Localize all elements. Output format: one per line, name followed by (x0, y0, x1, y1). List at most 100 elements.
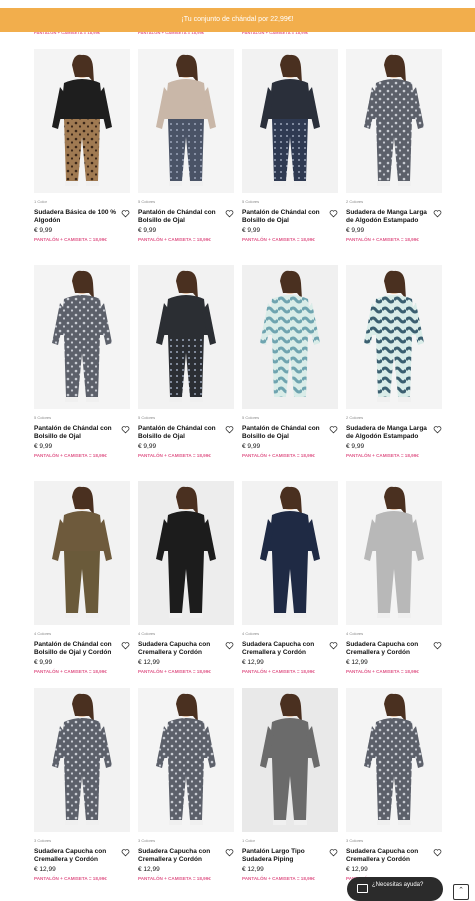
product-promo: PANTALÓN + CAMISETA = 18,99€ (34, 669, 107, 674)
product-image[interactable] (34, 265, 130, 409)
product-title[interactable]: Sudadera Básica de 100 % Algodón (34, 209, 118, 225)
product-promo: PANTALÓN + CAMISETA = 18,99€ (242, 237, 315, 242)
product-price: € 12,99 (138, 659, 160, 666)
product-card[interactable]: 5 Colores Pantalón de Chándal con Bolsill… (138, 49, 234, 242)
product-image[interactable] (138, 688, 234, 832)
product-image[interactable] (138, 49, 234, 193)
product-image[interactable] (346, 481, 442, 625)
product-price: € 9,99 (346, 443, 365, 450)
product-title[interactable]: Pantalón de Chándal con Bolsillo de Ojal (138, 425, 222, 441)
product-colors-count: 5 Colores (138, 415, 156, 420)
product-image[interactable] (346, 49, 442, 193)
product-card[interactable]: 4 Colores Sudadera Capucha con Cremallera… (346, 481, 442, 674)
wishlist-heart-icon[interactable] (225, 425, 234, 434)
product-title[interactable]: Sudadera Capucha con Cremallera y Cordón (242, 641, 326, 657)
product-title-row: Sudadera Capucha con Cremallera y Cordón (242, 641, 338, 657)
product-price: € 9,99 (242, 227, 261, 234)
wishlist-heart-icon[interactable] (121, 425, 130, 434)
product-colors-count: 5 Colores (242, 415, 260, 420)
wishlist-heart-icon[interactable] (329, 641, 338, 650)
product-colors-count: 2 Colores (346, 199, 364, 204)
product-price: € 12,99 (242, 866, 264, 873)
wishlist-heart-icon[interactable] (225, 641, 234, 650)
product-promo: PANTALÓN + CAMISETA = 18,99€ (242, 453, 315, 458)
product-image[interactable] (242, 688, 338, 832)
product-colors-count: 4 Colores (138, 631, 156, 636)
product-price: € 12,99 (138, 866, 160, 873)
product-title[interactable]: Pantalón de Chándal con Bolsillo de Ojal (138, 209, 222, 225)
product-card[interactable]: 5 Colores Pantalón de Chándal con Bolsill… (242, 49, 338, 242)
product-price: € 12,99 (34, 866, 56, 873)
product-title-row: Pantalón de Chándal con Bolsillo de Ojal… (34, 641, 130, 657)
product-title-row: Sudadera Capucha con Cremallera y Cordón (34, 848, 130, 864)
product-image[interactable] (242, 481, 338, 625)
product-title[interactable]: Pantalón de Chándal con Bolsillo de Ojal (242, 209, 326, 225)
product-image[interactable] (138, 265, 234, 409)
product-card[interactable]: 5 Colores Pantalón de Chándal con Bolsill… (138, 265, 234, 458)
product-promo: PANTALÓN + CAMISETA = 18,99€ (138, 876, 211, 881)
product-title-row: Sudadera de Manga Larga de Algodón Estam… (346, 425, 442, 441)
product-image[interactable] (34, 688, 130, 832)
product-image[interactable] (346, 265, 442, 409)
product-card[interactable]: 1 Color Sudadera Básica de 100 % Algodón €… (34, 49, 130, 242)
product-title-row: Pantalón Largo Tipo Sudadera Piping (242, 848, 338, 864)
product-colors-count: 4 Colores (34, 631, 52, 636)
wishlist-heart-icon[interactable] (121, 848, 130, 857)
product-title[interactable]: Pantalón de Chándal con Bolsillo de Ojal (34, 425, 118, 441)
product-image[interactable] (138, 481, 234, 625)
product-card[interactable]: 3 Colores Sudadera Capucha con Cremallera… (34, 688, 130, 881)
product-card[interactable]: 5 Colores Pantalón de Chándal con Bolsill… (34, 265, 130, 458)
help-chat-button[interactable]: ¿Necesitas ayuda? (347, 877, 443, 901)
product-promo: PANTALÓN + CAMISETA = 18,99€ (242, 876, 315, 881)
wishlist-heart-icon[interactable] (433, 209, 442, 218)
wishlist-heart-icon[interactable] (433, 848, 442, 857)
product-image[interactable] (242, 265, 338, 409)
wishlist-heart-icon[interactable] (121, 209, 130, 218)
product-card[interactable]: 3 Colores Sudadera Capucha con Cremallera… (346, 688, 442, 881)
product-price: € 9,99 (346, 227, 365, 234)
wishlist-heart-icon[interactable] (329, 848, 338, 857)
product-card[interactable]: 5 Colores Pantalón de Chándal con Bolsill… (242, 265, 338, 458)
product-colors-count: 2 Colores (346, 415, 364, 420)
wishlist-heart-icon[interactable] (433, 425, 442, 434)
wishlist-heart-icon[interactable] (329, 425, 338, 434)
product-title[interactable]: Pantalón Largo Tipo Sudadera Piping (242, 848, 326, 864)
product-colors-count: 3 Colores (138, 838, 156, 843)
product-colors-count: 3 Colores (34, 838, 52, 843)
product-promo: PANTALÓN + CAMISETA = 18,99€ (34, 876, 107, 881)
product-title[interactable]: Sudadera Capucha con Cremallera y Cordón (138, 641, 222, 657)
product-image[interactable] (346, 688, 442, 832)
wishlist-heart-icon[interactable] (329, 209, 338, 218)
product-title[interactable]: Sudadera Capucha con Cremallera y Cordón (346, 848, 430, 864)
product-colors-count: 5 Colores (138, 199, 156, 204)
product-title-row: Sudadera Capucha con Cremallera y Cordón (138, 848, 234, 864)
product-image[interactable] (242, 49, 338, 193)
wishlist-heart-icon[interactable] (121, 641, 130, 650)
product-card[interactable]: 4 Colores Pantalón de Chándal con Bolsill… (34, 481, 130, 674)
promo-banner[interactable]: ¡Tu conjunto de chándal por 22,99€! (0, 8, 475, 32)
wishlist-heart-icon[interactable] (225, 848, 234, 857)
product-card[interactable]: 4 Colores Sudadera Capucha con Cremallera… (242, 481, 338, 674)
product-title[interactable]: Pantalón de Chándal con Bolsillo de Ojal (242, 425, 326, 441)
product-card[interactable]: 1 Color Pantalón Largo Tipo Sudadera Pipi… (242, 688, 338, 881)
wishlist-heart-icon[interactable] (225, 209, 234, 218)
help-chat-label: ¿Necesitas ayuda? (372, 882, 424, 888)
product-title[interactable]: Sudadera Capucha con Cremallera y Cordón (138, 848, 222, 864)
product-card[interactable]: 3 Colores Sudadera Capucha con Cremallera… (138, 688, 234, 881)
product-title-row: Sudadera Capucha con Cremallera y Cordón (346, 848, 442, 864)
product-title[interactable]: Pantalón de Chándal con Bolsillo de Ojal… (34, 641, 118, 657)
product-title[interactable]: Sudadera de Manga Larga de Algodón Estam… (346, 209, 430, 225)
product-image[interactable] (34, 481, 130, 625)
product-price: € 9,99 (34, 443, 53, 450)
product-title[interactable]: Sudadera Capucha con Cremallera y Cordón (34, 848, 118, 864)
product-colors-count: 4 Colores (242, 631, 260, 636)
product-card[interactable]: 4 Colores Sudadera Capucha con Cremallera… (138, 481, 234, 674)
product-card[interactable]: 2 Colores Sudadera de Manga Larga de Algo… (346, 265, 442, 458)
product-title[interactable]: Sudadera Capucha con Cremallera y Cordón (346, 641, 430, 657)
product-colors-count: 5 Colores (34, 415, 52, 420)
product-image[interactable] (34, 49, 130, 193)
wishlist-heart-icon[interactable] (433, 641, 442, 650)
product-title[interactable]: Sudadera de Manga Larga de Algodón Estam… (346, 425, 430, 441)
product-card[interactable]: 2 Colores Sudadera de Manga Larga de Algo… (346, 49, 442, 242)
scroll-top-button[interactable]: ⌃ (453, 884, 469, 900)
